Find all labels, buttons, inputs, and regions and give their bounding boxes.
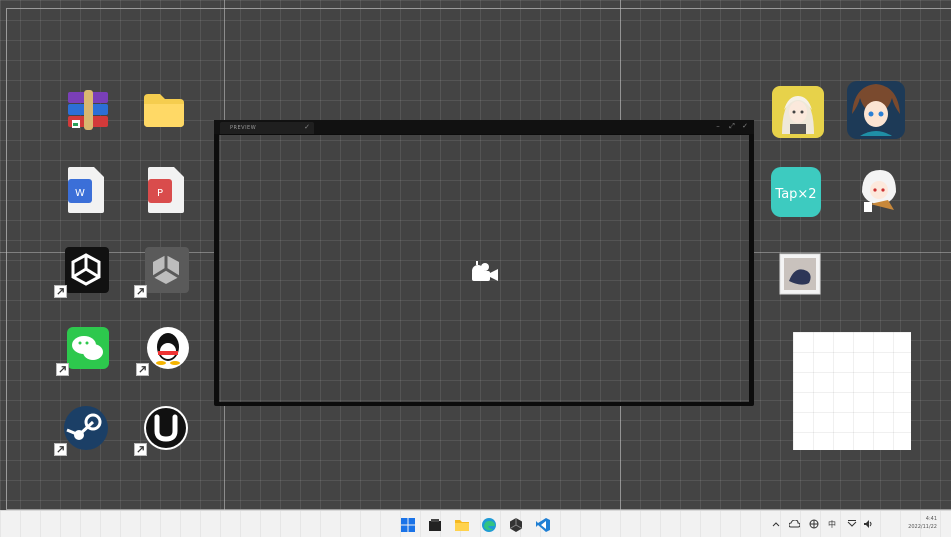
maximize-icon[interactable]: ⤢ bbox=[726, 121, 738, 132]
speaker-icon[interactable] bbox=[862, 518, 874, 530]
file-explorer-icon[interactable] bbox=[425, 515, 445, 535]
unreal-engine-icon[interactable] bbox=[134, 398, 196, 458]
wps-pdf-icon[interactable]: P bbox=[136, 160, 196, 220]
wechat-icon[interactable] bbox=[56, 318, 118, 378]
shortcut-arrow-icon bbox=[134, 443, 147, 456]
svg-text:Tap×2: Tap×2 bbox=[774, 187, 816, 202]
tab-close-icon[interactable]: ✓ bbox=[304, 123, 310, 131]
window-tab[interactable]: PREVIEW ✓ bbox=[220, 122, 314, 134]
language-icon[interactable] bbox=[846, 518, 858, 530]
folder-icon[interactable] bbox=[452, 515, 472, 535]
preview-canvas[interactable] bbox=[219, 135, 749, 402]
steam-icon[interactable] bbox=[54, 398, 116, 458]
clock-time: 4:41 bbox=[925, 516, 937, 522]
white-panel bbox=[793, 332, 911, 450]
unity-icon[interactable] bbox=[506, 515, 526, 535]
window-titlebar[interactable]: PREVIEW ✓ – ⤢ ✓ bbox=[214, 120, 754, 134]
svg-text:中: 中 bbox=[828, 519, 836, 529]
system-clock[interactable]: 4:41 2022/11/22 bbox=[908, 515, 937, 531]
vscode-icon[interactable] bbox=[533, 515, 553, 535]
shortcut-arrow-icon bbox=[54, 443, 67, 456]
unity-editor-icon[interactable] bbox=[134, 240, 196, 300]
folder-icon[interactable] bbox=[134, 80, 194, 140]
svg-text:W: W bbox=[75, 188, 85, 199]
winrar-icon[interactable] bbox=[58, 80, 118, 140]
shortcut-arrow-icon bbox=[136, 363, 149, 376]
preview-window[interactable]: PREVIEW ✓ – ⤢ ✓ bbox=[214, 120, 754, 406]
shortcut-arrow-icon bbox=[134, 285, 147, 298]
chevron-up-icon[interactable] bbox=[770, 518, 782, 530]
network-icon[interactable] bbox=[808, 518, 820, 530]
input-method-icon[interactable]: 中 bbox=[826, 518, 838, 530]
minimize-icon[interactable]: – bbox=[712, 121, 724, 132]
camera-icon bbox=[472, 261, 498, 281]
start-icon[interactable] bbox=[398, 515, 418, 535]
svg-text:P: P bbox=[157, 188, 163, 199]
close-icon[interactable]: ✓ bbox=[739, 121, 751, 132]
arknights-character-app-icon[interactable] bbox=[846, 80, 906, 140]
unity-hub-icon[interactable] bbox=[54, 240, 116, 300]
word-document-icon[interactable]: W bbox=[56, 160, 116, 220]
shortcut-arrow-icon bbox=[56, 363, 69, 376]
photo-shortcut-icon[interactable] bbox=[770, 244, 830, 304]
edge-icon[interactable] bbox=[479, 515, 499, 535]
taptap-icon[interactable]: Tap×2 bbox=[766, 162, 826, 222]
tab-title: PREVIEW bbox=[230, 125, 257, 131]
taskbar: 中 4:41 2022/11/22 bbox=[0, 510, 951, 537]
clock-date: 2022/11/22 bbox=[908, 524, 937, 530]
anime-character-app-icon[interactable] bbox=[768, 82, 828, 142]
shortcut-arrow-icon bbox=[54, 285, 67, 298]
qq-icon[interactable] bbox=[136, 318, 198, 378]
cloud-icon[interactable] bbox=[788, 518, 800, 530]
chibi-character-app-icon[interactable] bbox=[848, 160, 908, 220]
